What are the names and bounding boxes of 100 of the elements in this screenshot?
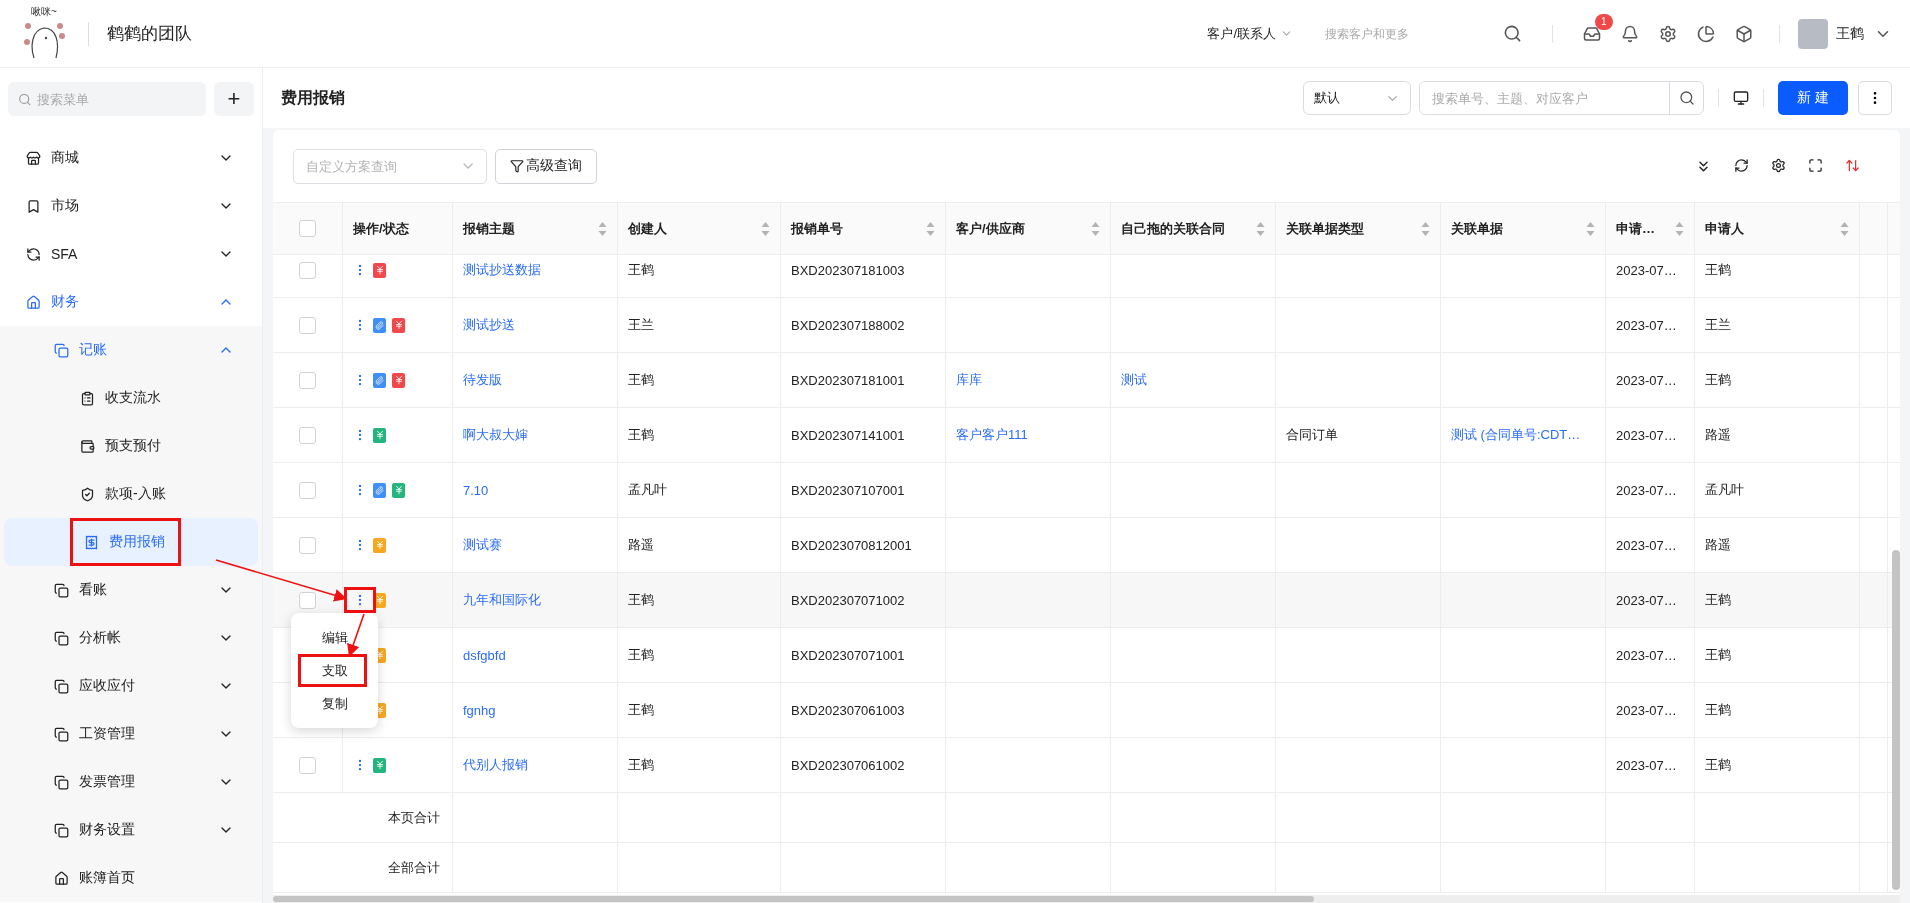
menu-item[interactable]: 支取 — [291, 654, 378, 687]
sort-icon[interactable] — [1421, 220, 1430, 237]
new-button[interactable]: 新 建 — [1778, 81, 1848, 115]
table-link[interactable]: 客户客户111 — [956, 426, 1028, 444]
checkbox[interactable] — [299, 536, 316, 554]
table-link[interactable]: 代别人报销 — [463, 756, 528, 774]
row-height-icon[interactable] — [1845, 157, 1860, 173]
menu-item[interactable]: 编辑 — [291, 621, 378, 654]
table-link[interactable]: 啊大叔大婶 — [463, 426, 528, 444]
checkbox[interactable] — [299, 481, 316, 499]
table-link[interactable]: 九年和国际化 — [463, 591, 541, 609]
checkbox[interactable] — [299, 261, 316, 279]
column-header[interactable]: 客户/供应商 — [946, 203, 1111, 254]
checkbox[interactable] — [299, 591, 316, 609]
menu-icon — [54, 774, 69, 790]
sidebar-item[interactable]: 账簿首页 — [0, 854, 262, 902]
column-header[interactable]: 报销主题 — [453, 203, 618, 254]
column-header[interactable]: 关联单据类型 — [1276, 203, 1441, 254]
sidebar-item[interactable]: SFA — [0, 230, 262, 278]
table-cell: BXD202307071001 — [791, 647, 905, 663]
table-cell: 2023-07… — [1616, 537, 1677, 553]
table-link[interactable]: 测试抄送 — [463, 316, 515, 334]
vertical-scrollbar[interactable] — [1892, 550, 1900, 890]
menu-label: 看账 — [79, 581, 107, 599]
fullscreen-icon[interactable] — [1808, 157, 1823, 173]
table-link[interactable]: 待发版 — [463, 371, 502, 389]
checkbox[interactable] — [299, 316, 316, 334]
checkbox[interactable] — [299, 220, 316, 237]
sidebar-item[interactable]: 财务 — [0, 278, 262, 326]
table-link[interactable]: 7.10 — [463, 482, 489, 498]
sort-icon[interactable] — [926, 220, 935, 237]
column-header[interactable]: 关联单据 — [1441, 203, 1606, 254]
table-cell: 路遥 — [1705, 536, 1731, 554]
menu-icon — [80, 390, 95, 406]
table-link[interactable]: 测试赛 — [463, 536, 502, 554]
sidebar-item[interactable]: 商城 — [0, 134, 262, 182]
table-cell: 王鹤 — [628, 371, 654, 389]
table-link[interactable]: 测试抄送数据 — [463, 261, 541, 279]
sidebar-item[interactable]: 记账 — [0, 326, 262, 374]
checkbox[interactable] — [299, 756, 316, 774]
menu-icon — [26, 198, 41, 214]
sort-icon[interactable] — [1675, 220, 1684, 237]
checkbox[interactable] — [299, 426, 316, 444]
sidebar-item[interactable]: 款项-入账 — [0, 470, 262, 518]
cube-icon[interactable] — [1735, 24, 1753, 43]
table-link[interactable]: 测试 — [1121, 371, 1147, 389]
menu-search-box[interactable]: 搜索菜单 — [8, 82, 206, 116]
table-link[interactable]: 库库 — [956, 371, 982, 389]
sidebar-item[interactable]: 预支预付 — [0, 422, 262, 470]
settings-icon[interactable] — [1659, 24, 1677, 43]
table-cell: BXD202307061002 — [791, 757, 905, 773]
filter-icon — [510, 159, 524, 173]
menu-label: 工资管理 — [79, 725, 135, 743]
view-select[interactable]: 默认 — [1303, 81, 1411, 115]
advanced-search-button[interactable]: 高级查询 — [495, 148, 597, 184]
scheme-select[interactable]: 自定义方案查询 — [304, 157, 460, 175]
more-button[interactable] — [1858, 81, 1892, 115]
menu-icon — [54, 822, 69, 838]
settings-icon[interactable] — [1771, 157, 1786, 173]
inbox-icon[interactable] — [1583, 24, 1601, 43]
add-button[interactable]: + — [214, 82, 254, 116]
sort-icon[interactable] — [1256, 220, 1265, 237]
sidebar-item[interactable]: 财务设置 — [0, 806, 262, 854]
sidebar-item[interactable]: 收支流水 — [0, 374, 262, 422]
search-box[interactable]: 搜索单号、主题、对应客户 — [1419, 81, 1704, 115]
sidebar-item[interactable]: 看账 — [0, 566, 262, 614]
menu-search-field[interactable]: 搜索菜单 — [35, 90, 196, 108]
table-link[interactable]: 测试 (合同单号:CDT… — [1451, 426, 1581, 444]
scheme-box[interactable]: 自定义方案查询 — [293, 148, 487, 184]
monitor-icon[interactable] — [1733, 90, 1749, 106]
column-header[interactable]: 报销单号 — [781, 203, 946, 254]
column-header[interactable]: 申请… — [1606, 203, 1695, 254]
horizontal-scrollbar[interactable] — [273, 895, 1900, 903]
sort-icon[interactable] — [761, 220, 770, 237]
bell-icon[interactable] — [1621, 24, 1639, 43]
pie-chart-icon[interactable] — [1697, 24, 1715, 43]
table-cell: 王鹤 — [1705, 701, 1731, 719]
checkbox[interactable] — [299, 371, 316, 389]
sidebar-item[interactable]: 发票管理 — [0, 758, 262, 806]
sidebar-item[interactable]: 分析帐 — [0, 614, 262, 662]
sort-icon[interactable] — [1091, 220, 1100, 237]
sort-icon[interactable] — [1840, 220, 1849, 237]
column-header[interactable]: 创建人 — [618, 203, 781, 254]
sidebar-item[interactable]: 费用报销 — [4, 518, 258, 566]
table-link[interactable]: fgnhg — [463, 702, 496, 718]
scope-dropdown[interactable]: 客户/联系人 — [1207, 24, 1276, 43]
sort-icon[interactable] — [1586, 220, 1595, 237]
table-cell: 2023-07… — [1616, 702, 1677, 718]
sidebar-item[interactable]: 工资管理 — [0, 710, 262, 758]
menu-item[interactable]: 复制 — [291, 687, 378, 720]
sort-icon[interactable] — [598, 220, 607, 237]
column-header[interactable]: 自己拖的关联合同 — [1111, 203, 1276, 254]
sidebar-item[interactable]: 应收应付 — [0, 662, 262, 710]
refresh-icon[interactable] — [1734, 157, 1749, 173]
table-link[interactable]: dsfgbfd — [463, 647, 506, 663]
menu-label: 账簿首页 — [79, 869, 135, 887]
avatar[interactable] — [1798, 18, 1828, 49]
search-icon[interactable] — [1503, 24, 1522, 43]
sidebar-item[interactable]: 市场 — [0, 182, 262, 230]
column-header[interactable]: 申请人 — [1695, 203, 1860, 254]
